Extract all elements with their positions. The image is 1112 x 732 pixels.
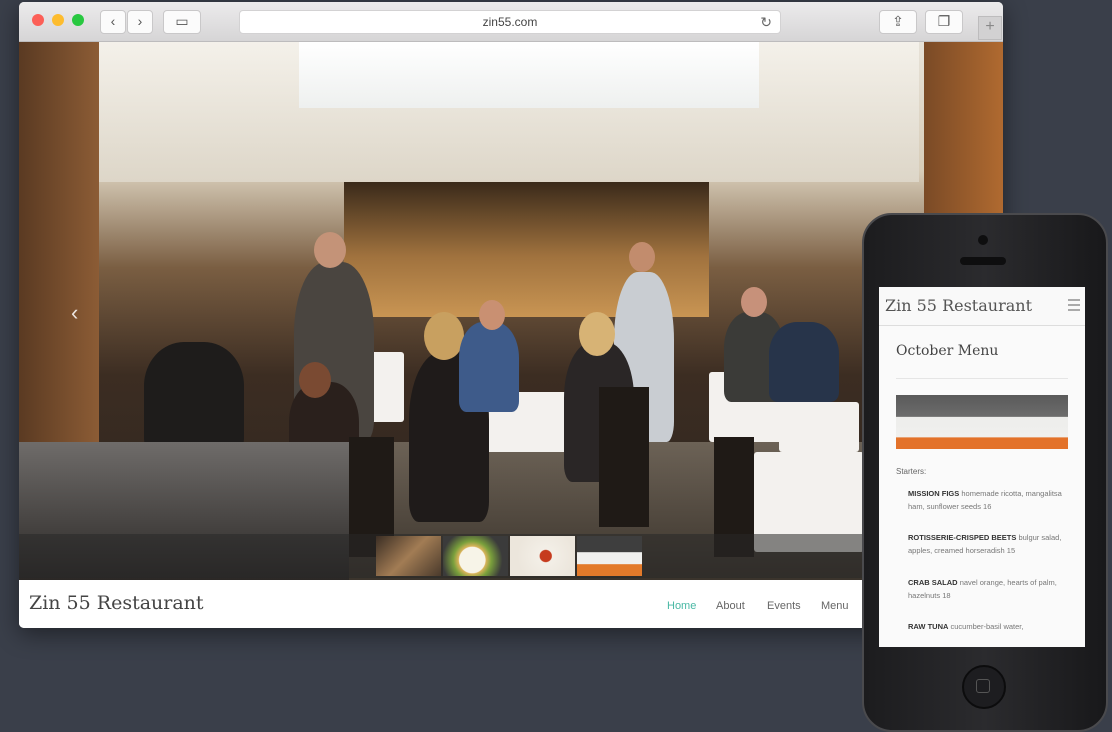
mobile-content: October Menu Starters: MISSION FIGS home…: [879, 326, 1085, 647]
person-head: [424, 312, 464, 360]
menu-photo: [896, 395, 1068, 449]
person-head: [579, 312, 615, 356]
sidebar-icon: ▭: [175, 13, 189, 29]
menu-item-name: CRAB SALAD: [908, 578, 958, 587]
sidebar-button[interactable]: ▭: [163, 10, 201, 34]
menu-section-label: Starters:: [896, 467, 927, 476]
nav-home[interactable]: Home: [667, 600, 696, 612]
browser-window: ‹ › ▭ zin55.com ↻ ⇪ ❐ ‹ Zin 55 Restauran…: [19, 2, 1003, 628]
zoom-window-button[interactable]: [72, 14, 84, 26]
minimize-window-button[interactable]: [52, 14, 64, 26]
previous-slide-icon[interactable]: ‹: [71, 300, 78, 326]
thumbnail-strip: [19, 534, 1003, 578]
person-head: [299, 362, 331, 398]
chevron-left-icon: ‹: [110, 13, 116, 29]
close-window-button[interactable]: [32, 14, 44, 26]
share-button[interactable]: ⇪: [879, 10, 917, 34]
address-bar[interactable]: zin55.com ↻: [239, 10, 781, 34]
diner: [144, 342, 244, 452]
divider: [896, 378, 1068, 379]
nav-events[interactable]: Events: [767, 600, 801, 612]
mobile-header: Zin 55 Restaurant: [879, 287, 1085, 326]
mobile-site-title[interactable]: Zin 55 Restaurant: [885, 296, 1032, 315]
thumbnail-dining-room[interactable]: [376, 536, 441, 576]
phone-device: Zin 55 Restaurant October Menu Starters:…: [862, 213, 1108, 732]
menu-item-name: ROTISSERIE-CRISPED BEETS: [908, 533, 1017, 542]
skylight: [299, 42, 759, 108]
person-head: [314, 232, 346, 268]
chair: [599, 387, 649, 527]
tabs-icon: ❐: [937, 13, 951, 29]
menu-item-name: MISSION FIGS: [908, 489, 960, 498]
thumbnail-dessert[interactable]: [510, 536, 575, 576]
menu-item-description: cucumber-basil water,: [950, 622, 1024, 631]
mobile-page-title: October Menu: [896, 343, 999, 359]
home-square-icon: [976, 679, 990, 693]
menu-item: ROTISSERIE-CRISPED BEETS bulgur salad, a…: [908, 531, 1073, 557]
site-title[interactable]: Zin 55 Restaurant: [29, 592, 204, 614]
menu-item: CRAB SALAD navel orange, hearts of palm,…: [908, 576, 1073, 602]
site-header: Zin 55 Restaurant Home About Events Menu: [19, 580, 1003, 628]
hamburger-menu-icon[interactable]: [1068, 299, 1080, 314]
nav-about[interactable]: About: [716, 600, 745, 612]
forward-button[interactable]: ›: [127, 10, 153, 34]
person-head: [479, 300, 505, 330]
reload-icon[interactable]: ↻: [760, 11, 772, 33]
table: [779, 402, 859, 452]
diner: [459, 322, 519, 412]
menu-item: MISSION FIGS homemade ricotta, mangalits…: [908, 487, 1073, 513]
speaker: [960, 257, 1006, 265]
menu-item-name: RAW TUNA: [908, 622, 949, 631]
home-button[interactable]: [962, 665, 1006, 709]
nav-menu[interactable]: Menu: [821, 600, 849, 612]
person-head: [629, 242, 655, 272]
phone-screen: Zin 55 Restaurant October Menu Starters:…: [879, 287, 1085, 647]
new-tab-button[interactable]: +: [978, 16, 1002, 40]
browser-toolbar: ‹ › ▭ zin55.com ↻ ⇪ ❐: [19, 2, 1003, 42]
thumbnail-plated-dish[interactable]: [443, 536, 508, 576]
back-button[interactable]: ‹: [100, 10, 126, 34]
thumbnail-appetizers[interactable]: [577, 536, 642, 576]
url-text: zin55.com: [482, 15, 538, 29]
diner: [769, 322, 839, 402]
camera: [978, 235, 988, 245]
menu-item: RAW TUNA cucumber-basil water,: [908, 620, 1073, 633]
chevron-right-icon: ›: [137, 13, 143, 29]
tabs-button[interactable]: ❐: [925, 10, 963, 34]
hero-image: ‹: [19, 42, 1003, 580]
share-icon: ⇪: [892, 13, 904, 29]
plus-icon: +: [985, 18, 995, 35]
person-head: [741, 287, 767, 317]
